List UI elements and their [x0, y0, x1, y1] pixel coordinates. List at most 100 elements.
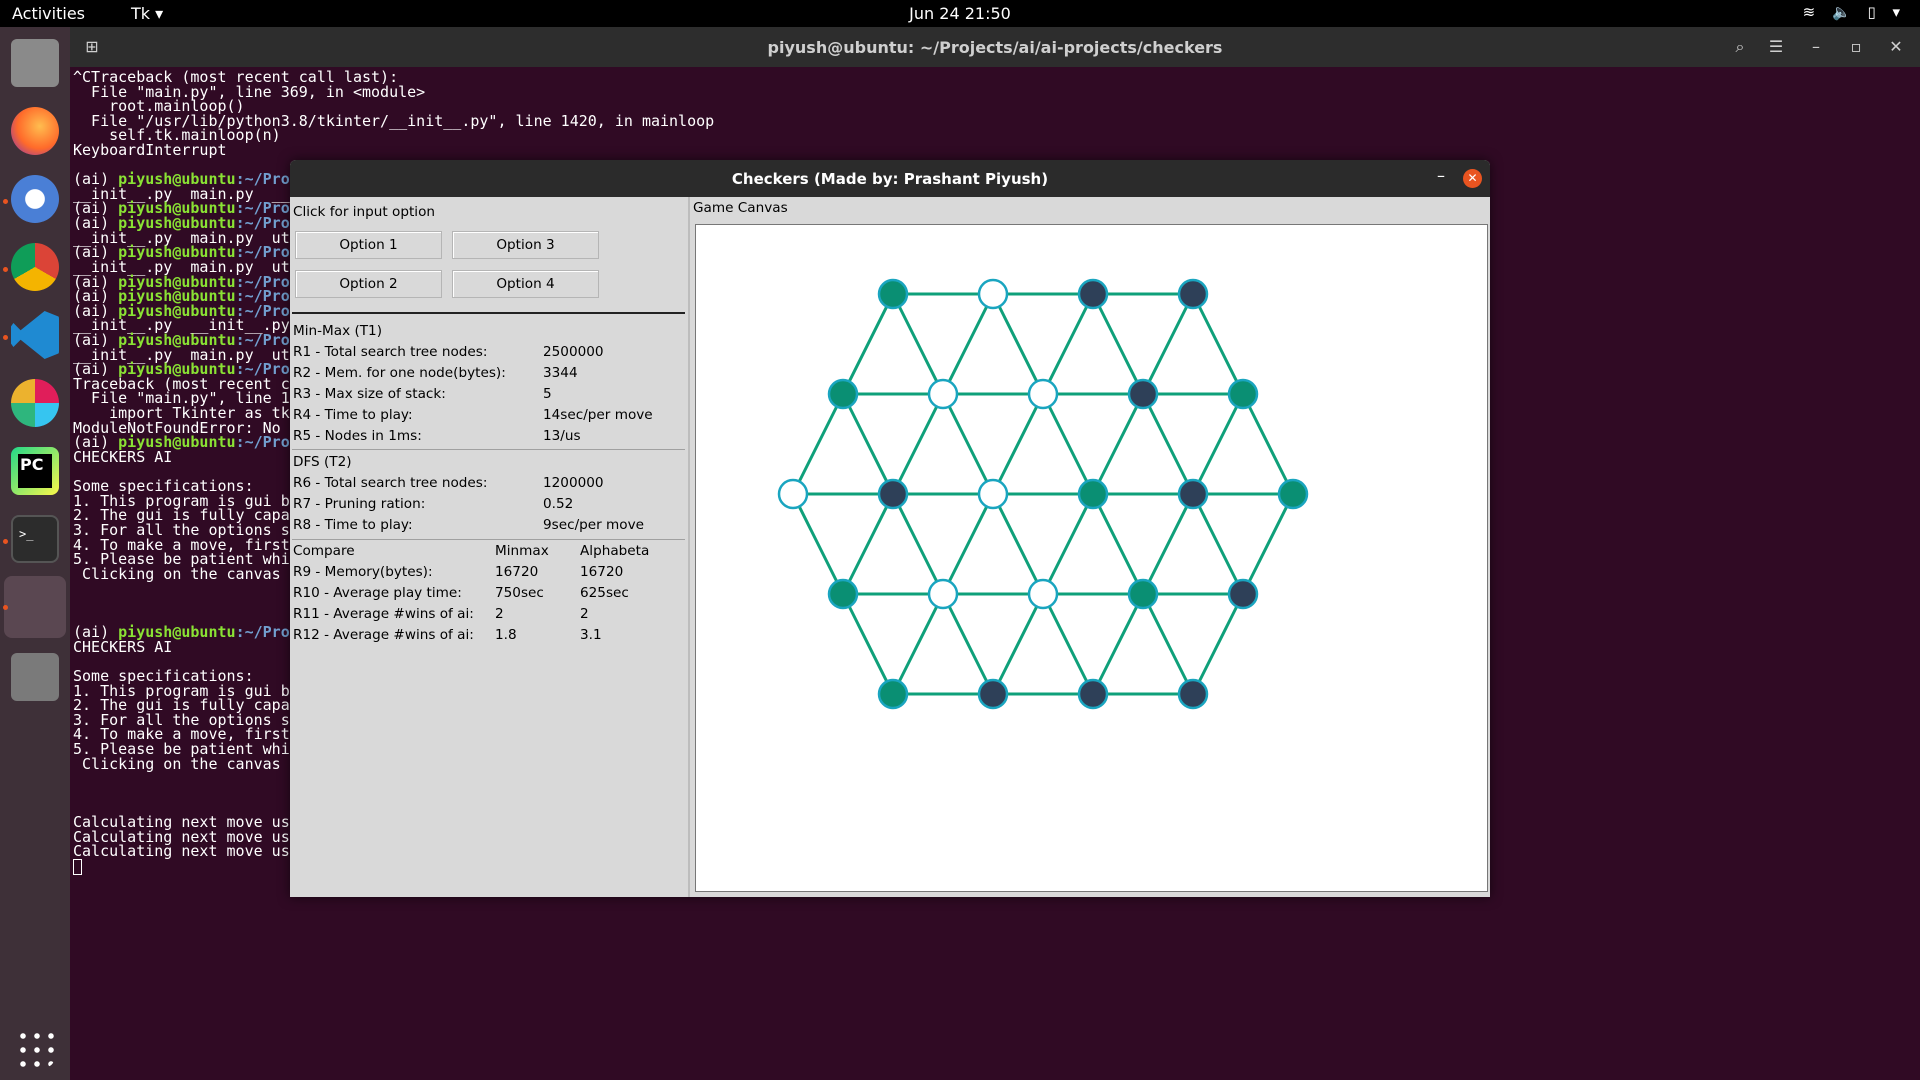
- running-indicator: [3, 605, 8, 610]
- empty-cell[interactable]: [777, 478, 809, 510]
- board-edge: [1191, 593, 1245, 695]
- pycharm-icon[interactable]: PC: [11, 447, 59, 495]
- board-edge: [991, 593, 1045, 695]
- dark-piece[interactable]: [1077, 278, 1109, 310]
- compare-value: 3.1: [580, 627, 602, 643]
- terminal-icon[interactable]: >_: [11, 515, 59, 563]
- menu-icon[interactable]: ☰: [1762, 35, 1790, 61]
- firefox-icon[interactable]: [11, 107, 59, 155]
- compare-value: 750sec: [495, 585, 544, 601]
- stat-value: 2500000: [543, 344, 604, 360]
- board-edge: [841, 493, 895, 595]
- board-edge: [891, 593, 945, 695]
- board-edge: [991, 293, 1045, 395]
- chrome-icon[interactable]: [11, 243, 59, 291]
- compare-value: 1.8: [495, 627, 517, 643]
- close-button[interactable]: ✕: [1463, 169, 1482, 188]
- clock[interactable]: Jun 24 21:50: [0, 4, 1920, 23]
- chromium-icon[interactable]: [11, 175, 59, 223]
- option-1-button[interactable]: Option 1: [295, 231, 442, 259]
- option-2-button[interactable]: Option 2: [295, 270, 442, 298]
- green-piece[interactable]: [827, 578, 859, 610]
- compare-value: 2: [580, 606, 589, 622]
- option-4-button[interactable]: Option 4: [452, 270, 599, 298]
- minimize-icon[interactable]: –: [1802, 35, 1830, 61]
- minimize-button[interactable]: –: [1437, 166, 1445, 185]
- green-piece[interactable]: [1077, 478, 1109, 510]
- board-edge: [891, 393, 945, 495]
- dark-piece[interactable]: [1177, 678, 1209, 710]
- stat-value: 1200000: [543, 475, 604, 491]
- board-edge: [1141, 393, 1195, 495]
- board-edge: [841, 393, 895, 495]
- stat-label: R7 - Pruning ration:: [293, 496, 426, 512]
- board-edge: [991, 493, 1045, 595]
- compare-value: 625sec: [580, 585, 629, 601]
- board-edge: [791, 493, 845, 595]
- stat-label: R8 - Time to play:: [293, 517, 413, 533]
- game-canvas[interactable]: [695, 224, 1488, 892]
- slack-icon[interactable]: [11, 379, 59, 427]
- input-label: Click for input option: [293, 204, 435, 220]
- board-edge: [1191, 393, 1245, 495]
- files-icon[interactable]: [11, 39, 59, 87]
- green-piece[interactable]: [1127, 578, 1159, 610]
- maximize-icon[interactable]: ▫: [1842, 35, 1870, 61]
- canvas-label: Game Canvas: [693, 200, 788, 216]
- dark-piece[interactable]: [877, 478, 909, 510]
- stat-value: 9sec/per move: [543, 517, 645, 533]
- checkers-board[interactable]: [696, 225, 1487, 891]
- green-piece[interactable]: [827, 378, 859, 410]
- compare-value: 2: [495, 606, 504, 622]
- board-edge: [1241, 393, 1295, 495]
- show-apps-icon[interactable]: [16, 1029, 54, 1067]
- close-icon[interactable]: ✕: [1882, 35, 1910, 61]
- board-edge: [1041, 393, 1095, 495]
- checkers-window: Checkers (Made by: Prashant Piyush) – ✕ …: [290, 160, 1490, 897]
- stat-label: R6 - Total search tree nodes:: [293, 475, 488, 491]
- empty-cell[interactable]: [977, 278, 1009, 310]
- board-edge: [1041, 593, 1095, 695]
- empty-cell[interactable]: [1027, 578, 1059, 610]
- empty-cell[interactable]: [977, 478, 1009, 510]
- running-indicator: [3, 335, 8, 340]
- compare-header: Compare: [293, 543, 355, 559]
- board-edge: [941, 493, 995, 595]
- empty-cell[interactable]: [927, 578, 959, 610]
- top-bar: Activities Tk ▾ Jun 24 21:50 ≋ 🔈 ▯ ▾: [0, 0, 1920, 27]
- vscode-icon[interactable]: [11, 311, 59, 359]
- disk-icon[interactable]: [11, 653, 59, 701]
- dark-piece[interactable]: [977, 678, 1009, 710]
- option-3-button[interactable]: Option 3: [452, 231, 599, 259]
- terminal-line: ^CTraceback (most recent call last):: [73, 68, 399, 86]
- board-edge: [941, 393, 995, 495]
- dark-piece[interactable]: [1077, 678, 1109, 710]
- board-edge: [891, 293, 945, 395]
- dark-piece[interactable]: [1227, 578, 1259, 610]
- green-piece[interactable]: [1277, 478, 1309, 510]
- search-icon[interactable]: ⌕: [1726, 35, 1754, 61]
- board-edge: [991, 393, 1045, 495]
- board-edge: [1091, 593, 1145, 695]
- system-tray[interactable]: ≋ 🔈 ▯ ▾: [1803, 3, 1906, 21]
- board-edge: [1091, 393, 1145, 495]
- empty-cell[interactable]: [1027, 378, 1059, 410]
- terminal-title: piyush@ubuntu: ~/Projects/ai/ai-projects…: [767, 38, 1223, 57]
- window-titlebar: Checkers (Made by: Prashant Piyush) – ✕: [290, 160, 1490, 197]
- dark-piece[interactable]: [1177, 278, 1209, 310]
- stat-label: R2 - Mem. for one node(bytes):: [293, 365, 506, 381]
- board-edge: [891, 493, 945, 595]
- compare-value: 16720: [495, 564, 539, 580]
- board-edge: [1191, 293, 1245, 395]
- green-piece[interactable]: [1227, 378, 1259, 410]
- board-edge: [841, 593, 895, 695]
- green-piece[interactable]: [877, 678, 909, 710]
- tk-app-icon[interactable]: [4, 576, 66, 638]
- dark-piece[interactable]: [1177, 478, 1209, 510]
- compare-header: Minmax: [495, 543, 549, 559]
- board-edge: [791, 393, 845, 495]
- empty-cell[interactable]: [927, 378, 959, 410]
- green-piece[interactable]: [877, 278, 909, 310]
- dark-piece[interactable]: [1127, 378, 1159, 410]
- t1-title: Min-Max (T1): [293, 323, 383, 339]
